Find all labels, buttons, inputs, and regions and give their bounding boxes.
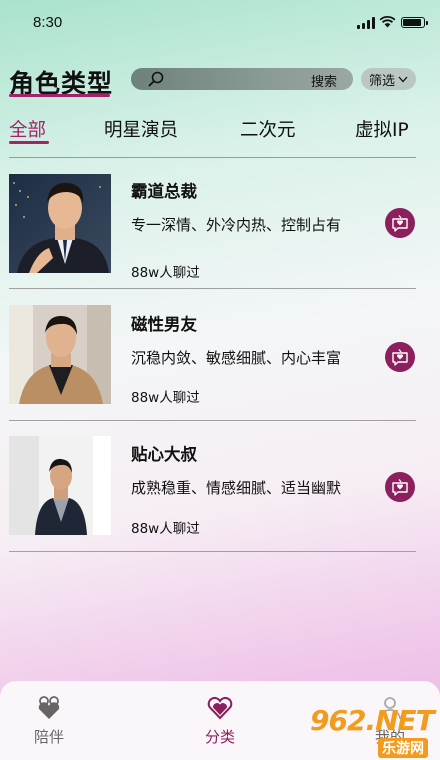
- chat-heart-icon: [392, 479, 408, 496]
- character-photo: [9, 436, 111, 535]
- card-tags: 沉稳内敛、敏感细腻、内心丰富: [131, 349, 342, 367]
- battery-icon: [401, 17, 428, 28]
- card-title: 磁性男友: [131, 315, 197, 334]
- chat-count: 88w人聊过: [131, 521, 200, 537]
- chat-button[interactable]: [385, 342, 415, 372]
- chevron-down-icon: [398, 76, 408, 82]
- watermark-brand: 962.NET: [310, 704, 435, 737]
- filter-label: 筛选: [368, 73, 395, 89]
- nav-companion[interactable]: 陪伴: [9, 681, 89, 751]
- character-card-2[interactable]: 磁性男友 沉稳内敛、敏感细腻、内心丰富 88w人聊过: [0, 289, 440, 421]
- card-title: 贴心大叔: [131, 445, 197, 464]
- card-tags: 专一深情、外冷内热、控制占有: [131, 216, 342, 234]
- chat-count: 88w人聊过: [131, 265, 200, 281]
- watermark-logo: 962.NET 乐游网: [300, 704, 440, 760]
- chat-button[interactable]: [385, 472, 415, 502]
- wifi-icon: [379, 15, 396, 28]
- character-photo: [9, 174, 111, 273]
- tab-all[interactable]: 全部: [9, 116, 46, 142]
- companion-icon: [38, 696, 60, 719]
- card-divider: [9, 551, 416, 552]
- tab-stars[interactable]: 明星演员: [104, 116, 178, 142]
- chat-heart-icon: [392, 215, 408, 232]
- character-card-3[interactable]: 贴心大叔 成熟稳重、情感细腻、适当幽默 88w人聊过: [0, 421, 440, 552]
- card-tags: 成熟稳重、情感细腻、适当幽默: [131, 479, 342, 497]
- nav-label: 分类: [204, 728, 235, 746]
- tab-virtual-ip[interactable]: 虚拟IP: [355, 116, 409, 142]
- card-title: 霸道总裁: [131, 182, 197, 201]
- category-heart-icon: [207, 696, 233, 720]
- search-bar[interactable]: 搜索: [131, 68, 353, 90]
- nav-category[interactable]: 分类: [180, 681, 260, 751]
- search-icon: [148, 71, 164, 87]
- tab-anime[interactable]: 二次元: [240, 116, 296, 142]
- signal-icon: [357, 17, 375, 29]
- filter-button[interactable]: 筛选: [361, 68, 416, 90]
- chat-button[interactable]: [385, 208, 415, 238]
- chat-heart-icon: [392, 349, 408, 366]
- character-photo: [9, 305, 111, 404]
- status-bar: 8:30: [0, 0, 440, 44]
- nav-label: 陪伴: [33, 728, 64, 746]
- title-underline: [9, 94, 110, 97]
- chat-count: 88w人聊过: [131, 390, 200, 406]
- status-time: 8:30: [33, 14, 63, 31]
- watermark-sub: 乐游网: [378, 738, 428, 758]
- search-label: 搜索: [310, 75, 337, 90]
- character-card-1[interactable]: 霸道总裁 专一深情、外冷内热、控制占有 88w人聊过: [0, 158, 440, 289]
- active-tab-indicator: [9, 141, 49, 144]
- category-tabs: 全部 明星演员 二次元 虚拟IP: [0, 116, 440, 144]
